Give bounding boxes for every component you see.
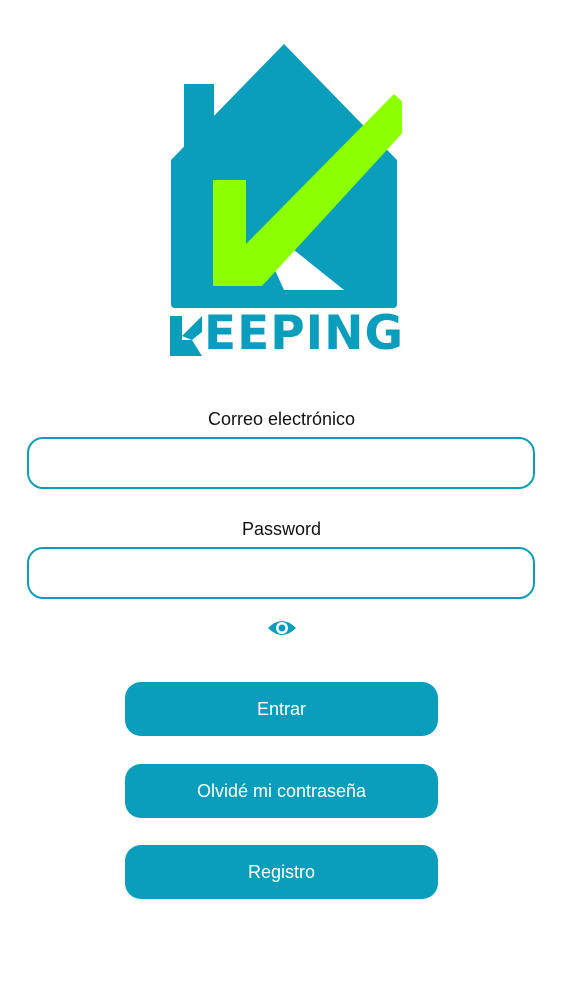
forgot-password-button[interactable]: Olvidé mi contraseña <box>125 764 438 818</box>
brand-wordmark: EEPING <box>168 306 403 362</box>
password-input[interactable] <box>27 547 535 599</box>
show-password-toggle[interactable] <box>267 617 297 639</box>
email-input[interactable] <box>27 437 535 489</box>
register-button[interactable]: Registro <box>125 845 438 899</box>
login-button[interactable]: Entrar <box>125 682 438 736</box>
password-label: Password <box>241 519 322 539</box>
email-label: Correo electrónico <box>207 409 356 429</box>
eye-icon <box>268 621 296 635</box>
k-letter-icon <box>170 316 202 356</box>
wordmark-text: EEPING <box>204 306 405 361</box>
